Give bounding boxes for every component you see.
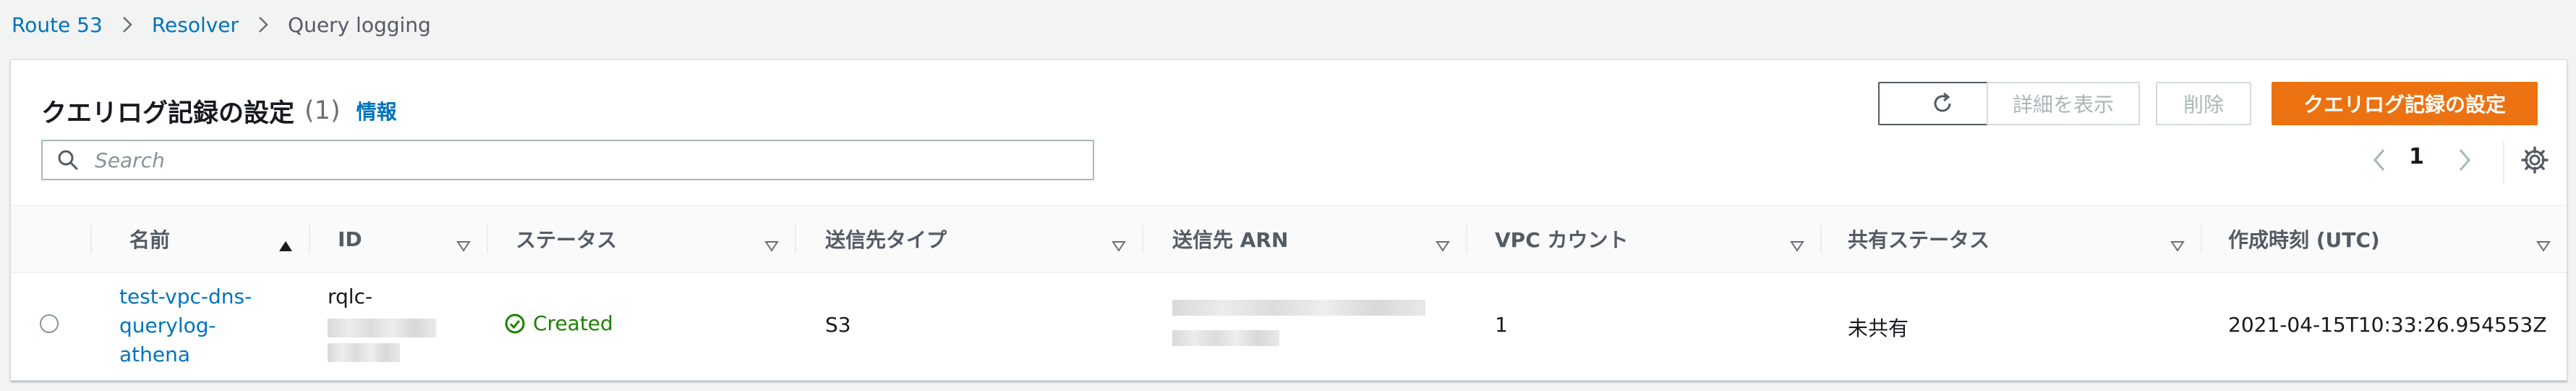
search-icon [57,149,79,171]
name-line: test-vpc-dns- [119,285,252,308]
column-header-destination-type[interactable]: 送信先タイプ [795,206,1142,272]
column-label: 共有ステータス [1848,228,1990,252]
redacted-destination-arn [1172,300,1425,316]
creation-time: 2021-04-15T10:33:26.954553Z [2228,313,2547,337]
table-row[interactable]: test-vpc-dns- querylog- athena rqlc- Cre… [11,272,2567,379]
search-box [41,140,1094,180]
sort-icon [1790,233,1804,257]
breadcrumb-resolver[interactable]: Resolver [152,13,239,37]
column-label: ID [338,227,362,251]
panel-header: クエリログ記録の設定 (1) 情報 [41,85,397,137]
status-success-icon [504,313,526,335]
settings-icon[interactable] [2520,146,2549,177]
sort-icon [2536,233,2551,257]
column-label: ステータス [516,228,618,252]
query-log-config-name-link[interactable]: test-vpc-dns- querylog- athena [119,282,252,369]
item-count: (1) [304,96,341,125]
column-header-share-status[interactable]: 共有ステータス [1820,206,2201,272]
current-page[interactable]: 1 [2409,144,2424,169]
page-title: クエリログ記録の設定 [41,98,295,128]
column-header-id[interactable]: ID [309,206,487,272]
sort-icon [1112,233,1126,257]
column-header-name[interactable]: 名前 [90,206,309,272]
chevron-left-icon[interactable] [2370,146,2389,177]
share-status: 未共有 [1848,316,1909,340]
destination-type: S3 [825,313,851,337]
chevron-right-icon [121,15,133,34]
sort-icon [456,233,471,257]
sort-icon [2170,233,2185,257]
name-line: athena [119,342,191,366]
breadcrumb-current: Query logging [288,12,431,37]
delete-button[interactable]: 削除 [2156,82,2251,125]
create-query-logging-button[interactable]: クエリログ記録の設定 [2272,82,2538,125]
column-header-destination-arn[interactable]: 送信先 ARN [1142,206,1466,272]
breadcrumb: Route 53 Resolver Query logging [12,9,431,41]
sort-ascending-icon [278,233,293,257]
column-header-status[interactable]: ステータス [487,206,795,272]
view-details-button[interactable]: 詳細を表示 [1987,82,2140,125]
row-select-radio[interactable] [40,314,59,333]
chevron-right-icon [257,15,269,34]
redacted-id [328,343,400,362]
column-header-created[interactable]: 作成時刻 (UTC) [2201,206,2567,272]
column-label: VPC カウント [1495,228,1629,252]
breadcrumb-route53[interactable]: Route 53 [12,13,103,37]
query-logging-panel: クエリログ記録の設定 (1) 情報 詳細を表示 削除 クエリログ記録の設定 1 [10,59,2567,381]
info-link[interactable]: 情報 [357,96,397,125]
vpc-count: 1 [1495,313,1508,337]
table-header: 名前 ID ステータス 送信先タイプ 送信先 ARN VPC カウント 共有ステ… [11,205,2567,273]
column-label: 送信先タイプ [825,228,947,252]
search-input[interactable] [93,147,1080,173]
config-id: rqlc- [328,285,373,308]
status-text: Created [533,311,613,335]
column-label: 送信先 ARN [1172,228,1289,252]
name-line: querylog- [119,314,216,337]
divider [2503,141,2504,183]
redacted-destination-arn [1172,330,1279,346]
redacted-id [328,319,436,337]
column-label: 名前 [129,228,171,252]
chevron-right-icon[interactable] [2455,146,2474,177]
sort-icon [764,233,779,257]
status-badge: Created [504,311,613,335]
refresh-icon [1930,91,1955,116]
column-label: 作成時刻 (UTC) [2228,228,2380,252]
sort-icon [1436,233,1450,257]
column-header-vpc-count[interactable]: VPC カウント [1466,206,1820,272]
